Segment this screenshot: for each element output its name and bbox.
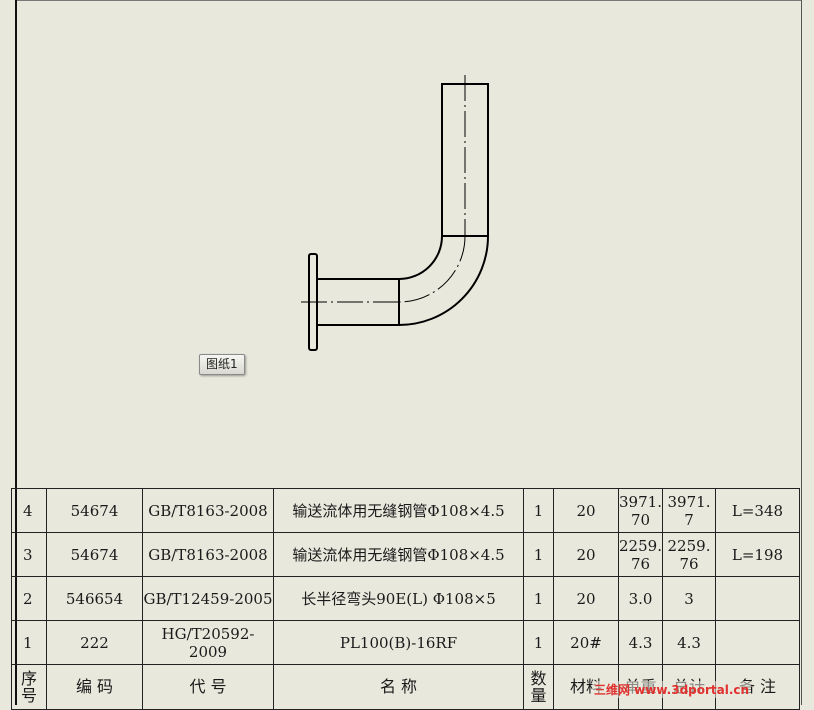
cell-qty: 1: [523, 488, 554, 533]
cell-unit-weight: 3971.70: [618, 488, 663, 533]
cell-code: 222: [46, 620, 143, 665]
cell-name: 输送流体用无缝钢管Φ108×4.5: [273, 532, 524, 577]
cell-total-weight: 3: [662, 576, 716, 621]
elbow-inner-arc: [398, 235, 443, 280]
header-seq: 序号: [11, 664, 47, 710]
cell-material: 20#: [553, 620, 619, 665]
cell-material: 20: [553, 532, 619, 577]
bom-row: 4 54674 GB/T8163-2008 输送流体用无缝钢管Φ108×4.5 1 20 3…: [11, 488, 800, 533]
header-name: 名 称: [273, 664, 524, 710]
cell-qty: 1: [523, 576, 554, 621]
header-std: 代 号: [142, 664, 274, 710]
cell-std: HG/T20592-2009: [142, 620, 274, 665]
cell-std: GB/T12459-2005: [142, 576, 274, 621]
bom-row: 3 54674 GB/T8163-2008 输送流体用无缝钢管Φ108×4.5 1 20 2…: [11, 532, 800, 577]
cell-unit-weight: 3.0: [618, 576, 663, 621]
cell-unit-weight: 2259.76: [618, 532, 663, 577]
bom-row: 2 546654 GB/T12459-2005 长半径弯头90E(L) Φ108×5 1…: [11, 576, 800, 621]
sheet-tab[interactable]: 图纸1: [199, 354, 245, 375]
cell-remark: [715, 620, 800, 665]
cell-code: 546654: [46, 576, 143, 621]
cell-seq: 3: [11, 532, 47, 577]
cell-unit-weight: 4.3: [618, 620, 663, 665]
cell-qty: 1: [523, 620, 554, 665]
header-code: 编 码: [46, 664, 143, 710]
cell-name: 输送流体用无缝钢管Φ108×4.5: [273, 488, 524, 533]
cell-remark: L=198: [715, 532, 800, 577]
cell-qty: 1: [523, 532, 554, 577]
cell-name: 长半径弯头90E(L) Φ108×5: [273, 576, 524, 621]
header-qty: 数量: [523, 664, 554, 710]
cell-code: 54674: [46, 532, 143, 577]
cell-remark: [715, 576, 800, 621]
cell-seq: 1: [11, 620, 47, 665]
cell-total-weight: 4.3: [662, 620, 716, 665]
bom-row: 1 222 HG/T20592-2009 PL100(B)-16RF 1 20# 4.3 4.…: [11, 620, 800, 665]
pipe-drawing: [300, 75, 489, 351]
cell-seq: 2: [11, 576, 47, 621]
centerline-elbow: [398, 235, 466, 303]
cell-material: 20: [553, 576, 619, 621]
cell-code: 54674: [46, 488, 143, 533]
cell-material: 20: [553, 488, 619, 533]
cell-total-weight: 3971.7: [662, 488, 716, 533]
cell-total-weight: 2259.76: [662, 532, 716, 577]
cell-std: GB/T8163-2008: [142, 532, 274, 577]
cell-name: PL100(B)-16RF: [273, 620, 524, 665]
bom-table: 4 54674 GB/T8163-2008 输送流体用无缝钢管Φ108×4.5 1 20 3…: [11, 488, 800, 710]
cell-std: GB/T8163-2008: [142, 488, 274, 533]
elbow-outer-arc: [398, 235, 489, 326]
watermark: 三维网 www.3dportal.cn: [592, 681, 752, 698]
cell-seq: 4: [11, 488, 47, 533]
cell-remark: L=348: [715, 488, 800, 533]
